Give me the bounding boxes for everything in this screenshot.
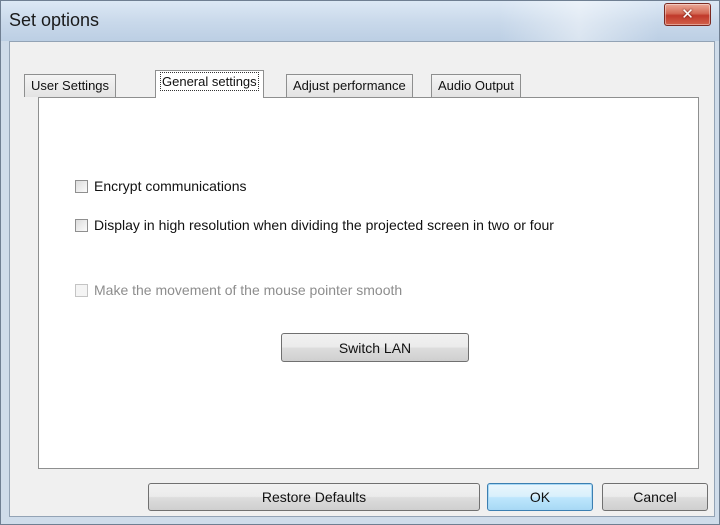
close-icon: ✕ — [681, 5, 694, 23]
ok-button[interactable]: OK — [487, 483, 593, 511]
tab-label: Adjust performance — [293, 78, 406, 93]
tab-adjust-performance[interactable]: Adjust performance — [286, 74, 413, 97]
option-label: Encrypt communications — [94, 178, 247, 194]
tab-user-settings[interactable]: User Settings — [24, 74, 117, 97]
dialog-window: Set options ✕ User Settings General sett… — [0, 0, 720, 525]
dialog-client-area: User Settings General settings Adjust pe… — [9, 41, 715, 517]
general-settings-panel: Encrypt communications Display in high r… — [38, 97, 699, 469]
window-title: Set options — [9, 10, 100, 30]
tab-audio-output[interactable]: Audio Output — [431, 74, 521, 97]
high-resolution-checkbox[interactable] — [75, 218, 88, 232]
cancel-button[interactable]: Cancel — [602, 483, 708, 511]
smooth-mouse-pointer-checkbox — [75, 283, 88, 297]
tab-label: Audio Output — [438, 78, 514, 93]
tab-general-settings[interactable]: General settings — [155, 70, 264, 98]
smooth-mouse-pointer-option: Make the movement of the mouse pointer s… — [75, 282, 402, 298]
encrypt-communications-checkbox[interactable] — [75, 179, 88, 193]
switch-lan-button[interactable]: Switch LAN — [281, 333, 469, 362]
option-label: Display in high resolution when dividing… — [94, 217, 554, 233]
tab-label: User Settings — [31, 78, 110, 93]
restore-defaults-button[interactable]: Restore Defaults — [148, 483, 480, 511]
tab-label: General settings — [160, 72, 259, 91]
close-button[interactable]: ✕ — [664, 3, 711, 26]
option-label: Make the movement of the mouse pointer s… — [94, 282, 403, 298]
title-bar[interactable]: Set options ✕ — [1, 1, 719, 41]
high-resolution-option[interactable]: Display in high resolution when dividing… — [75, 217, 554, 233]
encrypt-communications-option[interactable]: Encrypt communications — [75, 178, 247, 194]
